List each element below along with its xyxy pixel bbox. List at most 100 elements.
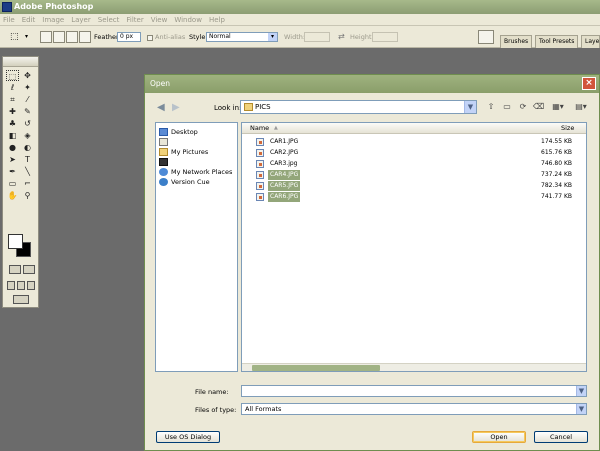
chevron-down-icon[interactable]: ▼	[464, 101, 476, 113]
column-name[interactable]: Name	[250, 123, 269, 134]
use-os-dialog-button[interactable]: Use OS Dialog	[156, 431, 220, 443]
up-folder-icon[interactable]: ⇧	[486, 102, 496, 112]
imageready-jump-icon[interactable]	[13, 295, 29, 304]
palette-well-icon[interactable]	[478, 30, 494, 44]
cancel-button[interactable]: Cancel	[534, 431, 588, 443]
height-label: Height:	[350, 33, 374, 41]
slice-tool-icon[interactable]: ⁄	[21, 94, 34, 105]
tab-tool-presets[interactable]: Tool Presets	[535, 35, 579, 48]
column-size[interactable]: Size	[561, 123, 574, 134]
place-my-pictures[interactable]: My Pictures	[159, 147, 208, 157]
type-tool-icon[interactable]: T	[21, 154, 34, 165]
horizontal-scrollbar[interactable]	[242, 363, 586, 371]
menu-layer[interactable]: Layer	[71, 16, 91, 24]
add-selection-icon[interactable]	[53, 31, 65, 43]
menu-edit[interactable]: Edit	[22, 16, 36, 24]
place-my-network-places[interactable]: My Network Places	[159, 167, 232, 177]
file-name-input[interactable]: ▼	[241, 385, 587, 397]
feather-input[interactable]: 0 px	[117, 32, 141, 42]
file-row[interactable]: CAR2.JPG 615.76 KB	[256, 148, 576, 158]
screen-mode-full-menu-icon[interactable]	[17, 281, 25, 290]
new-selection-icon[interactable]	[40, 31, 52, 43]
place-version-cue[interactable]: Version Cue	[159, 177, 210, 187]
pen-tool-icon[interactable]: ✒	[6, 166, 19, 177]
brush-tool-icon[interactable]: ✎	[21, 106, 34, 117]
file-row-selected[interactable]: CAR5.JPG 782.34 KB	[256, 181, 576, 191]
place-my-documents[interactable]	[159, 137, 171, 147]
scrollbar-thumb[interactable]	[252, 365, 380, 371]
notes-tool-icon[interactable]: ▭	[6, 178, 19, 189]
crop-tool-icon[interactable]: ⌗	[6, 94, 19, 105]
file-row-selected[interactable]: CAR4.JPG 737.24 KB	[256, 170, 576, 180]
file-size: 737.24 KB	[541, 171, 572, 178]
chevron-down-icon[interactable]: ▼	[576, 386, 586, 396]
new-folder-icon[interactable]: ▭	[502, 102, 512, 112]
menu-file[interactable]: File	[3, 16, 15, 24]
open-button[interactable]: Open	[472, 431, 526, 443]
place-my-computer[interactable]	[159, 157, 171, 167]
quick-mask-icon[interactable]	[23, 265, 35, 274]
file-row[interactable]: CAR1.JPG 174.55 KB	[256, 137, 576, 147]
back-icon[interactable]: ◀	[157, 102, 165, 113]
subtract-selection-icon[interactable]	[66, 31, 78, 43]
file-name-label: File name:	[195, 388, 229, 396]
eraser-tool-icon[interactable]: ◧	[6, 130, 19, 141]
line-tool-icon[interactable]: ╲	[21, 166, 34, 177]
magic-wand-icon[interactable]: ✦	[21, 82, 34, 93]
width-input[interactable]	[304, 32, 330, 42]
healing-brush-icon[interactable]: ✚	[6, 106, 19, 117]
menu-image[interactable]: Image	[42, 16, 64, 24]
open-dialog: Open × ◀ ▶ Look in: PICS ▼ ⇧ ▭ ⟳ ⌫ ▦▾ ▤▾…	[144, 74, 600, 451]
look-in-select[interactable]: PICS ▼	[240, 100, 477, 114]
view-menu-icon[interactable]: ▦▾	[549, 102, 567, 112]
file-size: 741.77 KB	[541, 193, 572, 200]
close-icon[interactable]: ×	[582, 77, 596, 90]
style-select[interactable]: Normal ▾	[206, 32, 278, 42]
delete-icon[interactable]: ⌫	[533, 102, 544, 112]
screen-mode-standard-icon[interactable]	[7, 281, 15, 290]
toolbox: ⬚ ✥ ℓ ✦ ⌗ ⁄ ✚ ✎ ♣ ↺ ◧ ◈ ● ◐ ➤ T ✒ ╲ ▭ ⌐ …	[2, 56, 39, 308]
menu-filter[interactable]: Filter	[126, 16, 143, 24]
lasso-tool-icon[interactable]: ℓ	[6, 82, 19, 93]
chevron-down-icon[interactable]: ▾	[25, 31, 28, 43]
clone-stamp-icon[interactable]: ♣	[6, 118, 19, 129]
file-row[interactable]: CAR3.jpg 746.80 KB	[256, 159, 576, 169]
place-label: Desktop	[171, 128, 198, 136]
forward-icon[interactable]: ▶	[172, 102, 180, 113]
screen-mode-full-icon[interactable]	[27, 281, 35, 290]
marquee-tool-icon[interactable]: ⬚	[10, 31, 19, 43]
foreground-color-swatch[interactable]	[8, 234, 23, 249]
tab-layers[interactable]: Layers	[581, 35, 600, 48]
zoom-tool-icon[interactable]: ⚲	[21, 190, 34, 201]
dialog-title-bar: Open ×	[145, 75, 599, 93]
tab-brushes[interactable]: Brushes	[500, 35, 533, 48]
hand-tool-icon[interactable]: ✋	[6, 190, 19, 201]
blur-tool-icon[interactable]: ●	[6, 142, 19, 153]
standard-mode-icon[interactable]	[9, 265, 21, 274]
move-tool-icon[interactable]: ✥	[21, 70, 34, 81]
jpeg-file-icon	[256, 171, 264, 179]
menu-select[interactable]: Select	[98, 16, 120, 24]
refresh-icon[interactable]: ⟳	[518, 102, 528, 112]
dodge-tool-icon[interactable]: ◐	[21, 142, 34, 153]
app-title-bar: Adobe Photoshop	[0, 0, 600, 14]
menu-window[interactable]: Window	[174, 16, 202, 24]
paint-bucket-icon[interactable]: ◈	[21, 130, 34, 141]
place-desktop[interactable]: Desktop	[159, 127, 198, 137]
menu-help[interactable]: Help	[209, 16, 225, 24]
files-of-type-select[interactable]: All Formats ▼	[241, 403, 587, 415]
chevron-down-icon[interactable]: ▼	[576, 404, 586, 414]
chevron-down-icon[interactable]: ▾	[268, 33, 277, 41]
file-list-header: Name ▲ Size	[242, 123, 586, 134]
file-row-selected[interactable]: CAR6.JPG 741.77 KB	[256, 192, 576, 202]
swap-icon[interactable]: ⇄	[338, 31, 345, 43]
antialias-checkbox[interactable]	[147, 35, 153, 41]
intersect-selection-icon[interactable]	[79, 31, 91, 43]
eyedropper-icon[interactable]: ⌐	[21, 178, 34, 189]
path-select-icon[interactable]: ➤	[6, 154, 19, 165]
menu-view[interactable]: View	[151, 16, 168, 24]
height-input[interactable]	[372, 32, 398, 42]
marquee-tool-icon[interactable]: ⬚	[6, 70, 19, 81]
history-brush-icon[interactable]: ↺	[21, 118, 34, 129]
tools-menu-icon[interactable]: ▤▾	[573, 102, 589, 112]
